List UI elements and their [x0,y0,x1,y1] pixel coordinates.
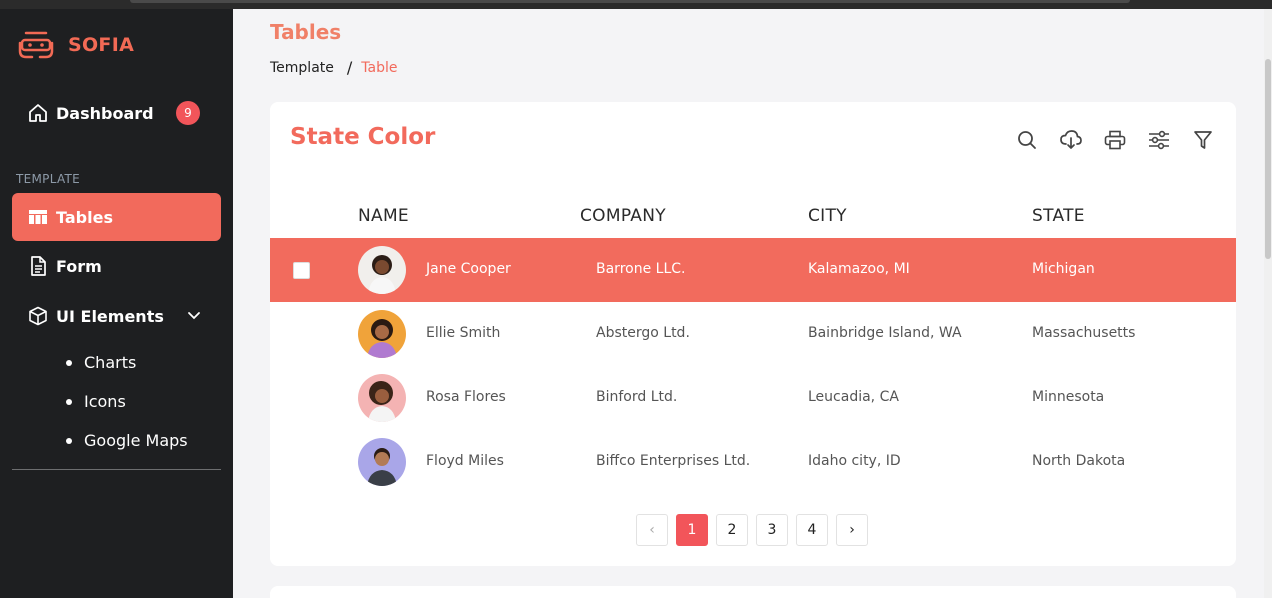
row-checkbox[interactable] [293,262,310,279]
table-icon [28,207,48,227]
sidebar-item-form[interactable]: Form [12,242,221,290]
pagination-next-button[interactable]: › [836,514,868,546]
sidebar-subitem-label: Charts [84,353,137,372]
cell-city: Idaho city, ID [808,453,901,469]
sidebar-item-ui-elements[interactable]: UI Elements [12,292,221,340]
brand[interactable]: SOFIA [18,29,134,61]
chevron-down-icon[interactable] [187,308,201,327]
pagination: ‹ 1 2 3 4 › [636,514,876,546]
cell-state: North Dakota [1032,453,1126,469]
brand-logo-icon [18,31,54,59]
pagination-page-2[interactable]: 2 [716,514,748,546]
column-header-name[interactable]: NAME [358,206,409,226]
cell-city: Kalamazoo, MI [808,261,910,277]
cell-state: Minnesota [1032,389,1105,405]
cell-name: Rosa Flores [426,389,506,405]
print-icon[interactable] [1103,128,1127,152]
cell-state: Massachusetts [1032,325,1136,341]
cell-city: Leucadia, CA [808,389,899,405]
cell-name: Ellie Smith [426,325,501,341]
page-scrollbar[interactable] [1264,9,1272,598]
breadcrumb-parent[interactable]: Template [270,60,334,76]
filter-icon[interactable] [1191,128,1215,152]
sidebar-subitem-label: Google Maps [84,431,188,450]
cell-company: Biffco Enterprises Ltd. [596,453,751,469]
column-header-state[interactable]: STATE [1032,206,1085,226]
bullet-icon [66,437,72,444]
table-row[interactable]: Jane Cooper Barrone LLC. Kalamazoo, MI M… [270,238,1236,302]
card-title: State Color [290,124,436,150]
sidebar: SOFIA Dashboard 9 TEMPLATE Tables Form U… [0,9,233,598]
table-row[interactable]: Floyd Miles Biffco Enterprises Ltd. Idah… [270,430,1236,494]
cube-icon [28,306,48,326]
table-row[interactable]: Rosa Flores Binford Ltd. Leucadia, CA Mi… [270,366,1236,430]
avatar [358,246,406,294]
sidebar-item-tables[interactable]: Tables [12,193,221,241]
sidebar-item-label: Dashboard [56,103,154,123]
bullet-icon [66,398,72,405]
cell-name: Jane Cooper [426,261,511,277]
sidebar-divider [12,469,221,470]
sidebar-subitem-charts[interactable]: Charts [66,353,136,372]
sidebar-section-label: TEMPLATE [16,172,81,186]
sidebar-item-label: Tables [56,207,113,227]
sidebar-item-label: UI Elements [56,306,164,326]
search-icon[interactable] [1015,128,1039,152]
sidebar-item-label: Form [56,256,102,276]
cell-name: Floyd Miles [426,453,504,469]
browser-address-strip [130,0,1130,3]
column-header-city[interactable]: CITY [808,206,847,226]
pagination-page-1[interactable]: 1 [676,514,708,546]
breadcrumb-current: Table [361,59,398,76]
cell-company: Barrone LLC. [596,261,686,277]
sidebar-subitem-icons[interactable]: Icons [66,392,126,411]
avatar [358,374,406,422]
browser-top-strip [0,0,1272,9]
cell-city: Bainbridge Island, WA [808,325,962,341]
bullet-icon [66,359,72,366]
brand-name: SOFIA [68,34,135,56]
table-card: State Color NAME COMPANY CITY STATE Jane… [270,102,1236,566]
pagination-prev-button[interactable]: ‹ [636,514,668,546]
scrollbar-thumb[interactable] [1265,59,1271,259]
sidebar-subitem-label: Icons [84,392,126,411]
breadcrumb-separator: / [346,58,353,77]
pagination-page-4[interactable]: 4 [796,514,828,546]
sidebar-subitem-google-maps[interactable]: Google Maps [66,431,188,450]
pagination-page-3[interactable]: 3 [756,514,788,546]
avatar [358,438,406,486]
page-title: Tables [270,20,342,44]
breadcrumb: Template / Table [270,58,397,77]
cell-company: Binford Ltd. [596,389,678,405]
home-icon [28,103,48,123]
document-icon [28,256,48,276]
cell-state: Michigan [1032,261,1095,277]
avatar [358,310,406,358]
sliders-icon[interactable] [1147,128,1171,152]
column-header-company[interactable]: COMPANY [580,206,666,226]
sidebar-item-dashboard[interactable]: Dashboard 9 [12,89,221,137]
cloud-download-icon[interactable] [1059,128,1083,152]
table-row[interactable]: Ellie Smith Abstergo Ltd. Bainbridge Isl… [270,302,1236,366]
next-card [270,586,1236,598]
cell-company: Abstergo Ltd. [596,325,690,341]
notification-badge: 9 [176,101,200,125]
